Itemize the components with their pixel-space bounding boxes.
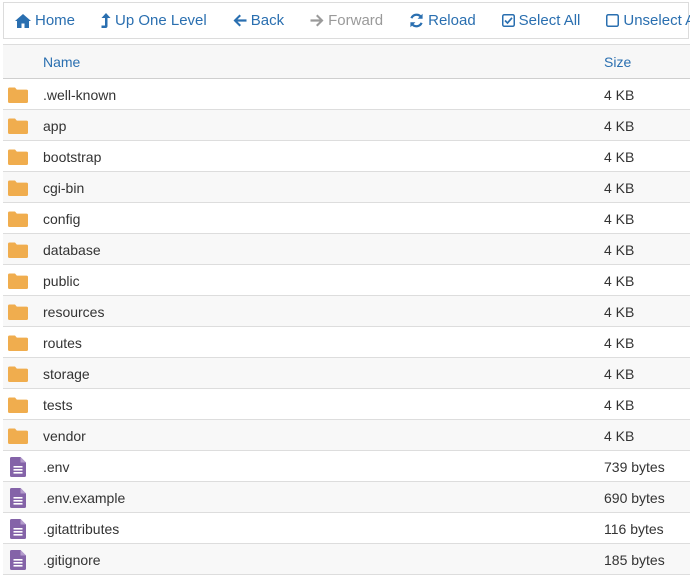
table-row[interactable]: config 4 KB xyxy=(3,203,690,234)
file-size: 4 KB xyxy=(604,149,635,165)
file-name[interactable]: .well-known xyxy=(43,87,116,103)
table-row[interactable]: vendor 4 KB xyxy=(3,420,690,451)
file-text-icon xyxy=(8,488,28,508)
folder-icon xyxy=(8,426,28,446)
file-size: 4 KB xyxy=(604,366,635,382)
table-row[interactable]: public 4 KB xyxy=(3,265,690,296)
reload-button[interactable]: Reload xyxy=(409,12,476,29)
file-size: 4 KB xyxy=(604,397,635,413)
file-size: 739 bytes xyxy=(604,459,665,475)
file-size: 4 KB xyxy=(604,87,635,103)
table-row[interactable]: tests 4 KB xyxy=(3,389,690,420)
table-row[interactable]: resources 4 KB xyxy=(3,296,690,327)
file-name[interactable]: app xyxy=(43,118,66,134)
table-row[interactable]: .gitignore 185 bytes xyxy=(3,544,690,575)
folder-icon xyxy=(8,395,28,415)
table-row[interactable]: app 4 KB xyxy=(3,110,690,141)
file-size: 4 KB xyxy=(604,242,635,258)
home-icon xyxy=(15,13,31,28)
file-text-icon xyxy=(8,550,28,570)
file-name[interactable]: config xyxy=(43,211,80,227)
file-name[interactable]: vendor xyxy=(43,428,86,444)
column-header-name[interactable]: Name xyxy=(43,54,80,70)
folder-icon xyxy=(8,364,28,384)
column-header-size[interactable]: Size xyxy=(604,54,631,70)
home-button[interactable]: Home xyxy=(15,12,75,29)
file-size: 4 KB xyxy=(604,211,635,227)
folder-icon xyxy=(8,178,28,198)
table-row[interactable]: .gitattributes 116 bytes xyxy=(3,513,690,544)
file-size: 690 bytes xyxy=(604,490,665,506)
up-one-level-label: Up One Level xyxy=(115,12,207,29)
file-size: 4 KB xyxy=(604,180,635,196)
table-row[interactable]: storage 4 KB xyxy=(3,358,690,389)
table-row[interactable]: .env 739 bytes xyxy=(3,451,690,482)
folder-icon xyxy=(8,147,28,167)
file-name[interactable]: resources xyxy=(43,304,104,320)
refresh-icon xyxy=(409,13,424,28)
home-label: Home xyxy=(35,12,76,29)
table-header: Name Size xyxy=(3,44,690,79)
file-name[interactable]: .gitignore xyxy=(43,552,101,568)
file-size: 116 bytes xyxy=(604,521,664,537)
checkbox-checked-icon xyxy=(501,14,515,27)
up-one-level-button[interactable]: Up One Level xyxy=(101,12,207,29)
table-row[interactable]: routes 4 KB xyxy=(3,327,690,358)
file-name[interactable]: database xyxy=(43,242,101,258)
file-name[interactable]: .env xyxy=(43,459,69,475)
table-row[interactable]: .env.example 690 bytes xyxy=(3,482,690,513)
file-size: 4 KB xyxy=(604,304,635,320)
file-name[interactable]: tests xyxy=(43,397,73,413)
unselect-all-button[interactable]: Unselect All xyxy=(606,12,690,29)
level-up-icon xyxy=(101,13,111,28)
select-all-button[interactable]: Select All xyxy=(501,12,581,29)
file-name[interactable]: .gitattributes xyxy=(43,521,119,537)
file-manager-toolbar: Home Up One Level Back Forward Reload Se… xyxy=(3,2,690,39)
file-name[interactable]: public xyxy=(43,273,80,289)
folder-icon xyxy=(8,333,28,353)
reload-label: Reload xyxy=(428,12,476,29)
file-text-icon xyxy=(8,519,28,539)
file-name[interactable]: storage xyxy=(43,366,90,382)
file-name[interactable]: routes xyxy=(43,335,82,351)
file-name[interactable]: bootstrap xyxy=(43,149,101,165)
unselect-all-label: Unselect All xyxy=(623,12,690,29)
file-text-icon xyxy=(8,457,28,477)
file-name[interactable]: cgi-bin xyxy=(43,180,84,196)
arrow-left-icon xyxy=(233,14,247,27)
file-size: 4 KB xyxy=(604,118,635,134)
folder-icon xyxy=(8,209,28,229)
file-size: 185 bytes xyxy=(604,552,665,568)
back-button[interactable]: Back xyxy=(233,12,284,29)
back-label: Back xyxy=(250,12,285,29)
file-size: 4 KB xyxy=(604,335,635,351)
file-size: 4 KB xyxy=(604,428,635,444)
forward-label: Forward xyxy=(328,12,384,29)
folder-icon xyxy=(8,85,28,105)
folder-icon xyxy=(8,240,28,260)
table-row[interactable]: database 4 KB xyxy=(3,234,690,265)
file-name[interactable]: .env.example xyxy=(43,490,125,506)
forward-button[interactable]: Forward xyxy=(310,12,383,29)
folder-icon xyxy=(8,116,28,136)
file-list-table: Name Size .well-known 4 KB app 4 KB bootstra… xyxy=(3,44,690,575)
table-row[interactable]: cgi-bin 4 KB xyxy=(3,172,690,203)
table-body: .well-known 4 KB app 4 KB bootstrap 4 KB cgi-b… xyxy=(3,79,690,575)
arrow-right-icon xyxy=(310,14,324,27)
select-all-label: Select All xyxy=(518,12,581,29)
table-row[interactable]: bootstrap 4 KB xyxy=(3,141,690,172)
file-size: 4 KB xyxy=(604,273,635,289)
folder-icon xyxy=(8,302,28,322)
folder-icon xyxy=(8,271,28,291)
table-row[interactable]: .well-known 4 KB xyxy=(3,79,690,110)
checkbox-empty-icon xyxy=(606,14,620,27)
